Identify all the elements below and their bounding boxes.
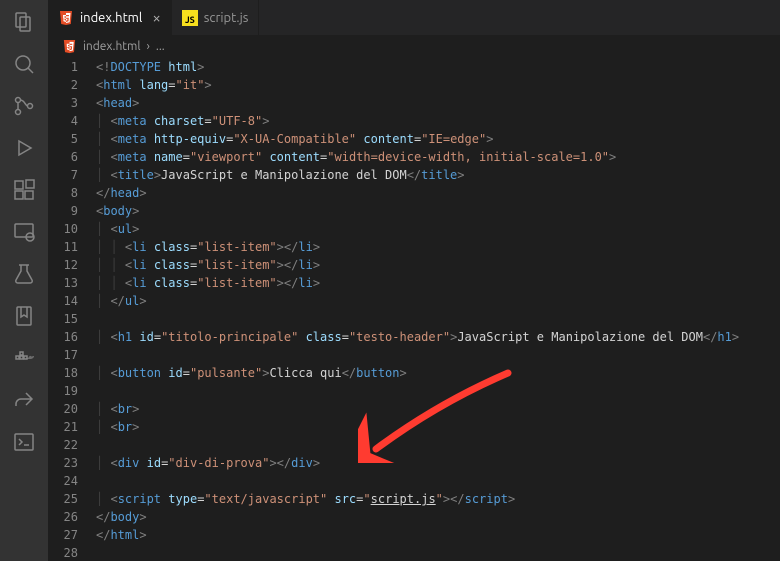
code-line[interactable]: │ <meta http-equiv="X-UA-Compatible" con…: [96, 130, 780, 148]
code-line[interactable]: </html>: [96, 526, 780, 544]
line-number: 5: [48, 130, 78, 148]
code-line[interactable]: │ <title>JavaScript e Manipolazione del …: [96, 166, 780, 184]
code-line[interactable]: │ <meta name="viewport" content="width=d…: [96, 148, 780, 166]
explorer-icon[interactable]: [12, 10, 36, 34]
activity-bar: [0, 0, 48, 561]
docker-icon[interactable]: [12, 346, 36, 370]
line-number: 2: [48, 76, 78, 94]
line-number: 13: [48, 274, 78, 292]
source-control-icon[interactable]: [12, 94, 36, 118]
line-number: 24: [48, 472, 78, 490]
code-line[interactable]: [96, 346, 780, 364]
code-line[interactable]: │ │ <li class="list-item"></li>: [96, 238, 780, 256]
breadcrumb-file: index.html: [83, 40, 141, 53]
code-line[interactable]: [96, 472, 780, 490]
code-line[interactable]: <body>: [96, 202, 780, 220]
code-line[interactable]: <head>: [96, 94, 780, 112]
line-number: 15: [48, 310, 78, 328]
line-number: 3: [48, 94, 78, 112]
line-number: 8: [48, 184, 78, 202]
code-line[interactable]: </head>: [96, 184, 780, 202]
line-number: 11: [48, 238, 78, 256]
terminal-icon[interactable]: [12, 430, 36, 454]
code-line[interactable]: [96, 382, 780, 400]
code-line[interactable]: <!DOCTYPE html>: [96, 58, 780, 76]
code-line[interactable]: │ │ <li class="list-item"></li>: [96, 256, 780, 274]
html5-icon: [62, 39, 77, 54]
code-line[interactable]: │ <ul>: [96, 220, 780, 238]
code-line[interactable]: [96, 544, 780, 561]
line-number-gutter: 1234567891011121314151617181920212223242…: [48, 58, 96, 561]
bookmarks-icon[interactable]: [12, 304, 36, 328]
line-number: 4: [48, 112, 78, 130]
code-line[interactable]: </body>: [96, 508, 780, 526]
code-line[interactable]: <html lang="it">: [96, 76, 780, 94]
line-number: 25: [48, 490, 78, 508]
code-line[interactable]: │ <meta charset="UTF-8">: [96, 112, 780, 130]
code-line[interactable]: │ <br>: [96, 400, 780, 418]
line-number: 6: [48, 148, 78, 166]
breadcrumb[interactable]: index.html › ...: [48, 35, 780, 58]
search-icon[interactable]: [12, 52, 36, 76]
extensions-icon[interactable]: [12, 178, 36, 202]
tab-label: script.js: [204, 11, 249, 25]
code-line[interactable]: │ <script type="text/javascript" src="sc…: [96, 490, 780, 508]
testing-icon[interactable]: [12, 262, 36, 286]
code-line[interactable]: │ <h1 id="titolo-principale" class="test…: [96, 328, 780, 346]
line-number: 16: [48, 328, 78, 346]
remote-explorer-icon[interactable]: [12, 220, 36, 244]
run-debug-icon[interactable]: [12, 136, 36, 160]
code-line[interactable]: │ <br>: [96, 418, 780, 436]
line-number: 21: [48, 418, 78, 436]
svg-text:JS: JS: [185, 15, 195, 25]
code-content[interactable]: <!DOCTYPE html><html lang="it"><head>│ <…: [96, 58, 780, 561]
breadcrumb-separator: ›: [147, 40, 150, 53]
line-number: 28: [48, 544, 78, 561]
main-area: index.html × JS script.js index.html › .…: [48, 0, 780, 561]
close-icon[interactable]: ×: [152, 9, 160, 26]
html5-icon: [58, 10, 74, 26]
line-number: 1: [48, 58, 78, 76]
line-number: 19: [48, 382, 78, 400]
code-line[interactable]: │ <div id="div-di-prova"></div>: [96, 454, 780, 472]
line-number: 18: [48, 364, 78, 382]
editor[interactable]: 1234567891011121314151617181920212223242…: [48, 58, 780, 561]
line-number: 14: [48, 292, 78, 310]
tab-bar: index.html × JS script.js: [48, 0, 780, 35]
line-number: 12: [48, 256, 78, 274]
code-line[interactable]: [96, 436, 780, 454]
line-number: 9: [48, 202, 78, 220]
line-number: 27: [48, 526, 78, 544]
code-line[interactable]: │ │ <li class="list-item"></li>: [96, 274, 780, 292]
tab-script-js[interactable]: JS script.js: [172, 0, 260, 35]
line-number: 26: [48, 508, 78, 526]
share-icon[interactable]: [12, 388, 36, 412]
code-line[interactable]: │ </ul>: [96, 292, 780, 310]
js-icon: JS: [182, 10, 198, 26]
tab-index-html[interactable]: index.html ×: [48, 0, 172, 35]
line-number: 22: [48, 436, 78, 454]
line-number: 17: [48, 346, 78, 364]
line-number: 20: [48, 400, 78, 418]
code-line[interactable]: │ <button id="pulsante">Clicca qui</butt…: [96, 364, 780, 382]
line-number: 7: [48, 166, 78, 184]
code-line[interactable]: [96, 310, 780, 328]
tab-label: index.html: [80, 11, 142, 25]
line-number: 10: [48, 220, 78, 238]
line-number: 23: [48, 454, 78, 472]
breadcrumb-rest: ...: [156, 40, 165, 53]
